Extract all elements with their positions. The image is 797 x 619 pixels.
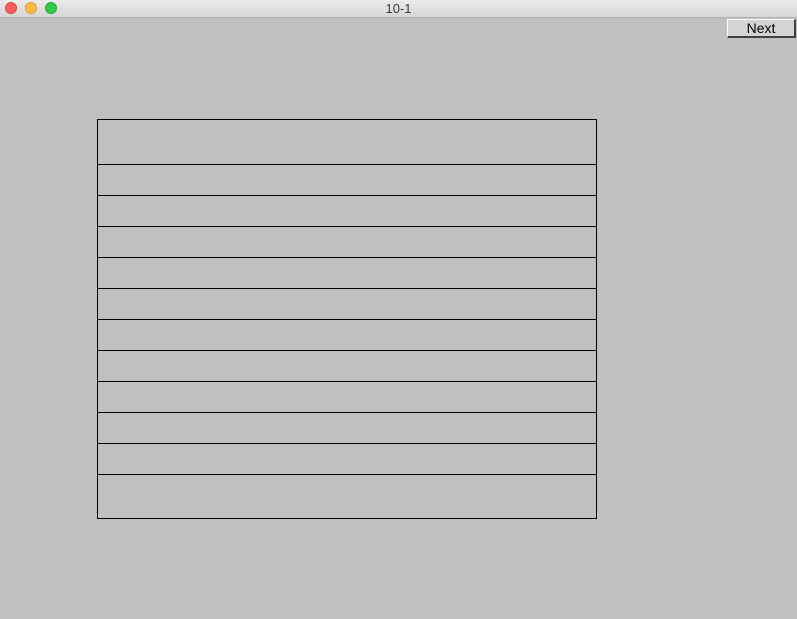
app-window: 10-1 Next — [0, 0, 797, 619]
grid-row-divider — [98, 288, 596, 289]
grid-row-divider — [98, 195, 596, 196]
grid-row-divider — [98, 350, 596, 351]
grid-box — [97, 119, 597, 519]
window-title: 10-1 — [385, 1, 412, 16]
grid-row-divider — [98, 474, 596, 475]
grid-row-divider — [98, 443, 596, 444]
grid-row-divider — [98, 412, 596, 413]
grid-row-divider — [98, 226, 596, 227]
grid-row-divider — [98, 319, 596, 320]
grid-row-divider — [98, 257, 596, 258]
grid-row-divider — [98, 164, 596, 165]
title-bar[interactable]: 10-1 — [0, 0, 797, 18]
grid-row-divider — [98, 381, 596, 382]
next-button[interactable]: Next — [727, 19, 796, 38]
